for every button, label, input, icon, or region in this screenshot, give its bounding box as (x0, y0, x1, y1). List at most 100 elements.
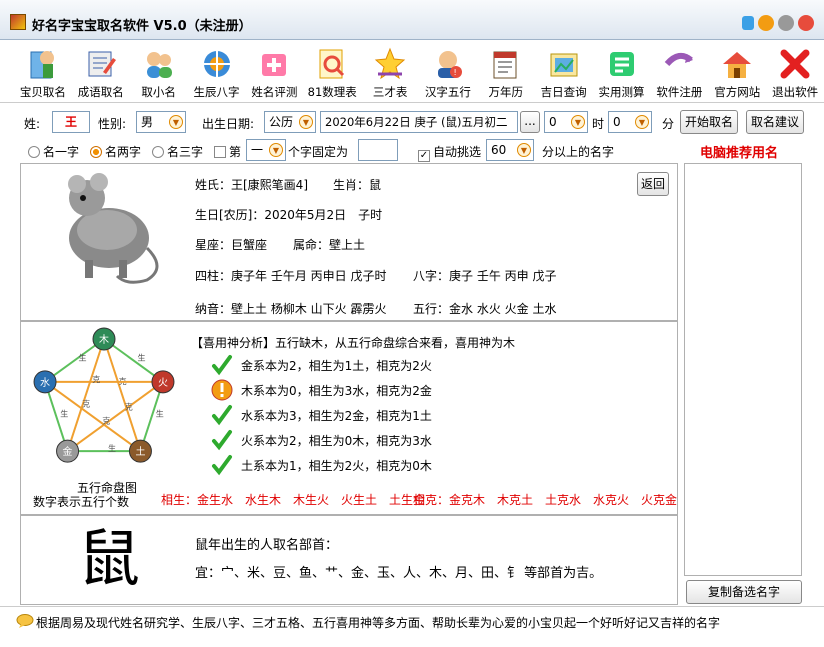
copy-names-button[interactable]: 复制备选名字 (686, 580, 802, 604)
analysis-row-text: 木系本为0，相生为3水，相克为2金 (241, 383, 432, 398)
toolbar-button-nickname-users[interactable]: 取小名 (130, 41, 188, 103)
exit-x-icon (777, 46, 813, 82)
calendar-type-select[interactable]: 公历 ▼ (264, 111, 316, 133)
auto-select-checkbox[interactable]: ✓ 自动挑选 (418, 143, 481, 162)
toolbar-label: 吉日查询 (540, 85, 587, 99)
wuxing-node-label: 土 (135, 445, 145, 458)
toolbar-button-name-test[interactable]: 姓名评测 (245, 41, 303, 103)
sheng-mark: 生 (60, 409, 68, 419)
fixed-position-select[interactable]: 一 ▼ (246, 139, 286, 161)
toolbar-button-exit-x[interactable]: 退出软件 (766, 41, 824, 103)
toolbar-label: 汉字五行 (424, 85, 471, 99)
sheng-mark: 生 (108, 443, 116, 453)
fixed-char-checkbox[interactable]: 第 (214, 143, 241, 160)
recommended-names-list[interactable] (684, 163, 802, 576)
toolbar-button-website-house[interactable]: 官方网站 (708, 41, 766, 103)
naming-suggestion-button[interactable]: 取名建议 (746, 110, 804, 134)
rat-zodiac-icon (68, 173, 159, 284)
constellation-info: 星座：巨蟹座 (195, 238, 268, 252)
gender-value: 男 (141, 115, 154, 129)
input-row: 姓: 王 性别: 男 ▼ 出生日期: 公历 ▼ 2020年6月22日 庚子 (鼠… (0, 106, 824, 138)
wuxing-analysis-panel: 生生生生生克克克克克木火土金水 五行命盘图 数字表示五行个数 【喜用神分析】五行… (20, 321, 678, 515)
toolbar-button-idiom-book[interactable]: 成语取名 (72, 41, 130, 103)
gender-select[interactable]: 男 ▼ (136, 111, 186, 133)
sheng-relations: 相生：金生水 水生木 木生火 火生土 土生金 (161, 493, 426, 507)
score-select[interactable]: 60 ▼ (486, 139, 534, 161)
minute-select[interactable]: 0 ▼ (608, 111, 652, 133)
checkmark-icon (212, 430, 232, 451)
close-button[interactable] (798, 15, 814, 31)
analysis-row: 金系本为2，相生为1土，相克为2火 (211, 354, 432, 376)
date-picker-button[interactable]: ... (520, 111, 540, 133)
toolbar-label: 姓名评测 (251, 85, 298, 99)
diagram-subcaption: 数字表示五行个数 (33, 495, 130, 509)
fixed-prefix-label: 第 (229, 145, 242, 159)
toolbar-label: 取小名 (141, 85, 176, 99)
toolbar-button-calculation[interactable]: 实用测算 (593, 41, 651, 103)
name-test-icon (256, 46, 292, 82)
wuxing-char-icon: ! (430, 46, 466, 82)
status-text: 根据周易及现代姓名研究学、生辰八字、三才五格、五行喜用神等多方面、帮助长辈为心爱… (36, 616, 721, 630)
toolbar-label: 实用测算 (598, 85, 645, 99)
fixed-char-input[interactable] (358, 139, 398, 161)
toolbar-button-baby-book[interactable]: 宝贝取名 (14, 41, 72, 103)
birth-label: 出生日期: (202, 117, 255, 131)
wuxing-diagram: 生生生生生克克克克克木火土金水 (33, 327, 175, 463)
sizhu-info: 四柱：庚子年 壬午月 丙申日 戊子时 (195, 269, 387, 283)
two-char-label: 名两字 (105, 145, 142, 159)
skin-icon[interactable] (742, 16, 754, 30)
idiom-book-icon (83, 46, 119, 82)
title-bar: 好名字宝宝取名软件 V5.0（未注册） (0, 0, 824, 40)
score-suffix-label: 分以上的名字 (542, 145, 615, 159)
status-bar: 根据周易及现代姓名研究学、生辰八字、三才五格、五行喜用神等多方面、帮助长辈为心爱… (0, 606, 824, 636)
svg-text:!: ! (453, 68, 456, 77)
checkbox-icon (214, 146, 226, 158)
hour-select[interactable]: 0 ▼ (544, 111, 588, 133)
toolbar-button-bazi[interactable]: 生辰八字 (188, 41, 246, 103)
two-char-radio[interactable]: 名两字 (90, 143, 141, 160)
chevron-down-icon: ▼ (517, 143, 531, 157)
radical-title: 鼠年出生的人取名部首： (195, 538, 339, 553)
gender-label: 性别: (98, 117, 127, 131)
chevron-down-icon: ▼ (571, 115, 585, 129)
toolbar-button-lucky-day[interactable]: 吉日查询 (535, 41, 593, 103)
app-icon (10, 14, 26, 30)
analysis-row-text: 火系本为2，相生为0木，相克为3水 (241, 433, 432, 448)
ke-mark: 克 (125, 403, 133, 412)
analysis-row: 水系本为3，相生为2金，相克为1土 (211, 404, 432, 426)
three-char-radio[interactable]: 名三字 (152, 143, 203, 160)
minimize-button[interactable] (758, 15, 774, 31)
calculation-icon (604, 46, 640, 82)
one-char-radio[interactable]: 名一字 (28, 143, 79, 160)
toolbar-label: 三才表 (372, 85, 408, 99)
analysis-title: 【喜用神分析】五行缺木，从五行命盘综合来看，喜用神为木 (191, 336, 516, 350)
start-naming-button[interactable]: 开始取名 (680, 110, 738, 134)
hour-value: 0 (549, 115, 557, 129)
wuxing-node-label: 火 (158, 377, 168, 389)
toolbar-button-register-arrow[interactable]: 软件注册 (650, 41, 708, 103)
maximize-button[interactable] (778, 15, 794, 31)
website-house-icon (719, 46, 755, 82)
calendar-type-value: 公历 (269, 115, 294, 129)
sancai-star-icon (372, 46, 408, 82)
minute-label: 分 (662, 117, 675, 131)
back-button[interactable]: 返回 (637, 172, 669, 196)
ke-line (66, 381, 164, 452)
toolbar-button-wuxing-char[interactable]: ! 汉字五行 (419, 41, 477, 103)
three-char-label: 名三字 (167, 145, 204, 159)
surname-label: 姓: (24, 117, 41, 131)
toolbar-label: 81数理表 (307, 85, 357, 99)
nickname-users-icon (141, 46, 177, 82)
nayin-info: 纳音：壁上土 杨柳木 山下火 霹雳火 (195, 302, 387, 316)
sheng-mark: 生 (79, 352, 87, 362)
toolbar-button-number-table[interactable]: 81数理表 (303, 41, 361, 103)
birth-date-input[interactable]: 2020年6月22日 庚子 (鼠)五月初二 (320, 111, 518, 133)
analysis-row-text: 水系本为3，相生为2金，相克为1土 (241, 408, 432, 423)
toolbar-button-sancai-star[interactable]: 三才表 (361, 41, 419, 103)
chevron-down-icon: ▼ (169, 115, 183, 129)
checkbox-checked-icon: ✓ (418, 150, 430, 162)
checkmark-icon (212, 355, 232, 376)
bazi-info: 八字：庚子 壬午 丙申 戊子 (413, 269, 557, 283)
toolbar-button-calendar[interactable]: 万年历 (477, 41, 535, 103)
surname-input[interactable]: 王 (52, 111, 90, 133)
